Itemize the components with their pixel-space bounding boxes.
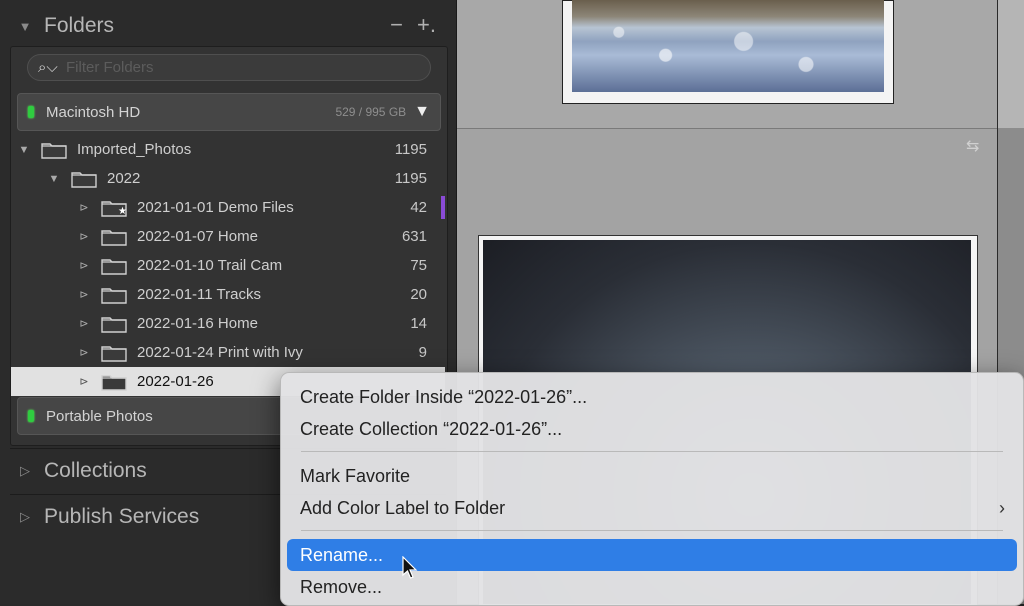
add-folder-button[interactable]: +.: [417, 14, 436, 36]
folder-row[interactable]: ⊳ 2022-01-10 Trail Cam 75: [11, 251, 445, 280]
menu-item-add-color-label[interactable]: Add Color Label to Folder ›: [287, 492, 1017, 524]
folder-row[interactable]: ⊳ 2022-01-07 Home 631: [11, 222, 445, 251]
filter-folders-field[interactable]: ⌕⌵: [27, 54, 431, 81]
folder-row[interactable]: ⊳ 2022-01-16 Home 14: [11, 309, 445, 338]
folder-icon: [101, 228, 127, 246]
remove-folder-button[interactable]: −: [390, 14, 403, 36]
menu-separator: [301, 530, 1003, 531]
filter-folders-input[interactable]: [64, 58, 408, 77]
disclosure-expanded-icon[interactable]: ▼: [17, 144, 31, 156]
swap-arrows-icon[interactable]: ⇆: [966, 136, 979, 156]
folder-photo-count: 9: [418, 344, 427, 361]
folder-row[interactable]: ⊳ 2022-01-24 Print with Ivy 9: [11, 338, 445, 367]
folder-photo-count: 1195: [394, 141, 427, 158]
menu-item-rename[interactable]: Rename...: [287, 539, 1017, 571]
folder-photo-count: 14: [410, 315, 427, 332]
volume-status-icon: [28, 410, 34, 422]
mouse-pointer-icon: [402, 556, 418, 579]
collections-title: Collections: [44, 459, 147, 482]
color-label-tag: [441, 196, 445, 219]
menu-item-label: Create Collection “2022-01-26”...: [300, 418, 563, 439]
folder-name: 2022-01-26: [137, 373, 214, 390]
volume-status-icon: [28, 106, 34, 118]
context-menu: Create Folder Inside “2022-01-26”... Cre…: [280, 372, 1024, 606]
disclosure-collapsed-icon[interactable]: ⊳: [77, 375, 91, 388]
volume-expand-icon[interactable]: ▼: [414, 103, 430, 121]
favorite-folder-icon: ★: [101, 199, 127, 217]
chevron-right-icon: ›: [999, 497, 1005, 518]
collapse-triangle-icon[interactable]: ▼: [14, 19, 36, 34]
expand-triangle-icon[interactable]: ▷: [14, 463, 36, 479]
folder-icon: [71, 170, 97, 188]
volume-name: Macintosh HD: [46, 103, 141, 121]
folder-name: 2022-01-11 Tracks: [137, 286, 261, 303]
expand-triangle-icon[interactable]: ▷: [14, 509, 36, 525]
search-icon[interactable]: ⌕⌵: [38, 59, 64, 76]
folder-photo-count: 1195: [394, 170, 427, 187]
folder-name: 2022-01-10 Trail Cam: [137, 257, 283, 274]
disclosure-collapsed-icon[interactable]: ⊳: [77, 201, 91, 214]
folder-name: 2021-01-01 Demo Files: [137, 199, 294, 216]
menu-item-create-collection[interactable]: Create Collection “2022-01-26”...: [287, 413, 1017, 445]
disclosure-collapsed-icon[interactable]: ⊳: [77, 288, 91, 301]
star-icon: ★: [118, 205, 127, 217]
photo-thumbnail[interactable]: [572, 0, 884, 92]
folder-photo-count: 75: [410, 257, 427, 274]
menu-item-label: Add Color Label to Folder: [300, 497, 506, 518]
folder-row[interactable]: ⊳ 2022-01-11 Tracks 20: [11, 280, 445, 309]
volume-size: 529 / 995 GB: [335, 105, 407, 119]
folder-name: 2022-01-24 Print with Ivy: [137, 344, 303, 361]
folder-icon: [101, 344, 127, 362]
folder-icon: [101, 315, 127, 333]
folder-row[interactable]: ⊳ ★ 2021-01-01 Demo Files 42: [11, 193, 445, 222]
folder-name: 2022-01-07 Home: [137, 228, 258, 245]
folder-name: 2022-01-16 Home: [137, 315, 258, 332]
folder-icon: [101, 373, 127, 391]
folders-title: Folders: [44, 14, 115, 37]
menu-item-remove[interactable]: Remove...: [287, 571, 1017, 603]
folder-photo-count: 631: [401, 228, 427, 245]
disclosure-collapsed-icon[interactable]: ⊳: [77, 259, 91, 272]
menu-item-label: Rename...: [300, 544, 384, 565]
menu-item-mark-favorite[interactable]: Mark Favorite: [287, 460, 1017, 492]
folder-icon: [101, 286, 127, 304]
folders-panel-header[interactable]: ▼ Folders − +.: [10, 4, 446, 48]
folder-name: 2022: [107, 170, 141, 187]
menu-item-create-folder-inside[interactable]: Create Folder Inside “2022-01-26”...: [287, 381, 1017, 413]
folder-row[interactable]: ▼ Imported_Photos 1195: [11, 135, 445, 164]
folder-icon: [101, 257, 127, 275]
volume-macintosh-hd[interactable]: Macintosh HD 529 / 995 GB ▼: [17, 93, 441, 131]
menu-item-label: Mark Favorite: [300, 465, 411, 486]
folder-photo-count: 42: [410, 199, 427, 216]
folder-icon: [41, 141, 67, 159]
disclosure-collapsed-icon[interactable]: ⊳: [77, 346, 91, 359]
disclosure-collapsed-icon[interactable]: ⊳: [77, 317, 91, 330]
folder-row[interactable]: ▼ 2022 1195: [11, 164, 445, 193]
folder-photo-count: 20: [410, 286, 427, 303]
menu-separator: [301, 451, 1003, 452]
publish-services-title: Publish Services: [44, 505, 200, 528]
disclosure-expanded-icon[interactable]: ▼: [47, 173, 61, 185]
volume-name: Portable Photos: [46, 407, 153, 425]
menu-item-label: Remove...: [300, 576, 383, 597]
folder-name: Imported_Photos: [77, 141, 192, 158]
menu-item-label: Create Folder Inside “2022-01-26”...: [300, 386, 588, 407]
disclosure-collapsed-icon[interactable]: ⊳: [77, 230, 91, 243]
